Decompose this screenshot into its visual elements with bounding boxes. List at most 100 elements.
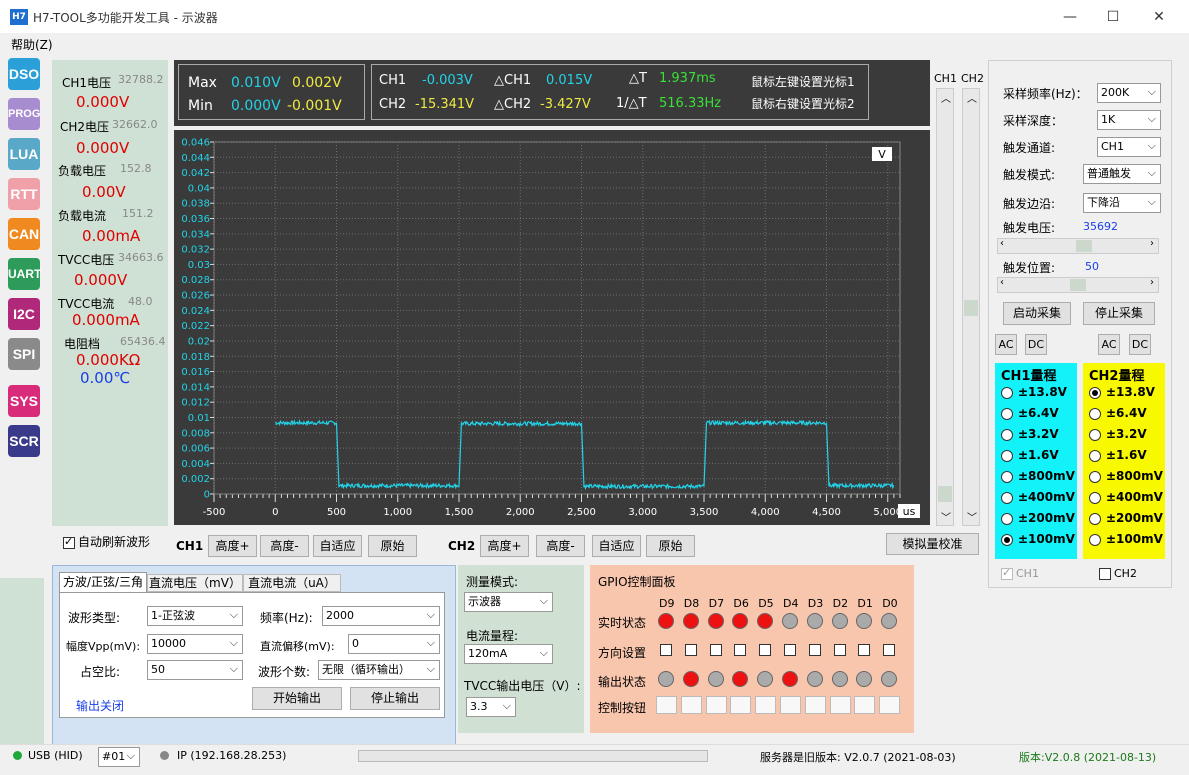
ch1-range-option[interactable]: ±800mV [1001, 469, 1075, 483]
amplitude-select[interactable]: 10000 [147, 634, 243, 654]
gpio-control-button[interactable] [879, 696, 901, 714]
output-led-icon[interactable] [682, 671, 699, 687]
auto-refresh-checkbox[interactable]: 自动刷新波形 [63, 533, 150, 550]
trigger-position-thumb[interactable] [1070, 279, 1086, 291]
nav-uart-button[interactable]: UART [8, 258, 41, 290]
scroll-down-icon[interactable]: ﹀ [941, 509, 951, 524]
oscilloscope-display[interactable]: -500 0 500 1,000 1,500 2,000 2,500 3,000 3,500 4,… [174, 130, 930, 525]
frequency-select[interactable]: 2000 [322, 606, 440, 626]
radio-icon[interactable] [1001, 386, 1013, 399]
minimize-button[interactable]: — [1058, 6, 1082, 28]
radio-icon[interactable] [1001, 428, 1013, 441]
ch1-auto-fit-button[interactable]: 自适应 [313, 535, 362, 557]
ch2-range-option[interactable]: ±3.2V [1089, 427, 1147, 441]
gpio-control-button[interactable] [780, 696, 801, 714]
ch2-checkbox[interactable]: CH2 [1099, 567, 1137, 580]
dc-offset-select[interactable]: 0 [348, 634, 440, 654]
maximize-button[interactable]: ☐ [1101, 6, 1125, 28]
gpio-control-button[interactable] [804, 696, 826, 714]
direction-checkbox[interactable] [858, 644, 871, 656]
ch1-range-option[interactable]: ±13.8V [1001, 385, 1067, 399]
ch2-range-option[interactable]: ±200mV [1089, 511, 1163, 525]
direction-checkbox[interactable] [883, 644, 896, 656]
radio-icon[interactable] [1089, 407, 1101, 420]
ch1-range-option[interactable]: ±6.4V [1001, 406, 1059, 420]
ch2-range-option[interactable]: ±100mV [1089, 532, 1163, 546]
nav-spi-button[interactable]: SPI [8, 338, 40, 370]
direction-checkbox[interactable] [808, 644, 821, 656]
scroll-up-icon[interactable]: ︿ [941, 90, 951, 105]
stop-capture-button[interactable]: 停止采集 [1083, 302, 1155, 325]
gpio-control-button[interactable] [854, 696, 876, 714]
wave-count-select[interactable]: 无限（循环输出） [318, 660, 440, 680]
ch1-checkbox[interactable]: CH1 [1001, 566, 1039, 580]
ch1-dc-button[interactable]: DC [1025, 334, 1047, 355]
nav-i2c-button[interactable]: I2C [8, 298, 40, 330]
start-capture-button[interactable]: 启动采集 [1003, 302, 1071, 325]
output-led-icon[interactable] [856, 671, 873, 687]
direction-checkbox[interactable] [709, 644, 722, 656]
trigger-edge-select[interactable]: 下降沿 [1083, 193, 1161, 213]
radio-icon[interactable] [1089, 512, 1101, 525]
gpio-control-button[interactable] [755, 696, 777, 714]
ch1-scroll-thumb[interactable] [938, 486, 952, 502]
ch1-height-plus-button[interactable]: 高度+ [208, 535, 257, 557]
ch2-range-option[interactable]: ±6.4V [1089, 406, 1147, 420]
gpio-control-button[interactable] [656, 696, 677, 714]
ch1-range-option[interactable]: ±200mV [1001, 511, 1075, 525]
nav-lua-button[interactable]: LUA [8, 138, 40, 170]
ch2-dc-button[interactable]: DC [1129, 334, 1151, 355]
trigger-position-slider[interactable]: ‹ › [997, 277, 1159, 293]
output-led-icon[interactable] [757, 671, 774, 687]
trigger-voltage-slider[interactable]: ‹ › [997, 238, 1159, 254]
direction-checkbox[interactable] [660, 644, 672, 656]
gpio-control-button[interactable] [705, 696, 727, 714]
current-range-select[interactable]: 120mA [464, 644, 553, 664]
direction-checkbox[interactable] [734, 644, 747, 656]
tab-dc-current[interactable]: 直流电流（uA） [243, 574, 341, 592]
nav-rtt-button[interactable]: RTT [8, 178, 40, 210]
direction-checkbox[interactable] [833, 644, 846, 656]
radio-icon[interactable] [1089, 428, 1101, 441]
ch2-check-icon[interactable] [1099, 568, 1111, 580]
ch2-auto-fit-button[interactable]: 自适应 [592, 535, 641, 557]
radio-icon[interactable] [1089, 470, 1101, 483]
ch2-height-plus-button[interactable]: 高度+ [480, 535, 529, 557]
output-led-icon[interactable] [806, 671, 823, 687]
tab-square-sine-triangle[interactable]: 方波/正弦/三角 [59, 572, 147, 592]
slider-right-icon[interactable]: › [1150, 277, 1154, 288]
trigger-voltage-thumb[interactable] [1076, 240, 1092, 252]
slider-left-icon[interactable]: ‹ [1000, 277, 1004, 288]
slider-left-icon[interactable]: ‹ [1000, 238, 1004, 249]
output-led-icon[interactable] [782, 671, 798, 687]
device-select[interactable]: #01 [98, 747, 140, 767]
nav-dso-button[interactable]: DSO [8, 58, 40, 90]
direction-checkbox[interactable] [759, 644, 772, 656]
trigger-mode-select[interactable]: 普通触发 [1083, 164, 1161, 184]
nav-scr-button[interactable]: SCR [8, 425, 40, 457]
ch2-range-option[interactable]: ±800mV [1089, 469, 1163, 483]
gpio-control-button[interactable] [680, 696, 702, 714]
ch1-range-option[interactable]: ±100mV [1001, 532, 1075, 546]
auto-refresh-check-icon[interactable] [63, 535, 75, 549]
stop-output-button[interactable]: 停止输出 [350, 687, 440, 710]
waveform-chart[interactable]: -500 0 500 1,000 1,500 2,000 2,500 3,000 3,500 4,… [174, 130, 930, 525]
tvcc-output-select[interactable]: 3.3 [466, 697, 516, 717]
nav-prog-button[interactable]: PROG [8, 98, 40, 130]
sample-depth-select[interactable]: 1K [1097, 110, 1161, 130]
radio-icon[interactable] [1001, 470, 1013, 483]
ch1-original-button[interactable]: 原始 [368, 535, 417, 557]
output-led-icon[interactable] [732, 671, 749, 687]
output-led-icon[interactable] [707, 671, 724, 687]
output-led-icon[interactable] [658, 671, 674, 687]
trigger-channel-select[interactable]: CH1 [1097, 137, 1161, 157]
measure-mode-select[interactable]: 示波器 [464, 592, 553, 612]
radio-icon[interactable] [1089, 491, 1101, 504]
radio-icon[interactable] [1001, 533, 1013, 546]
output-led-icon[interactable] [831, 671, 848, 687]
close-button[interactable]: ✕ [1147, 6, 1171, 28]
radio-icon[interactable] [1001, 407, 1013, 420]
analog-calibration-button[interactable]: 模拟量校准 [886, 533, 979, 555]
ch2-range-option[interactable]: ±1.6V [1089, 448, 1147, 462]
radio-icon[interactable] [1089, 386, 1101, 399]
